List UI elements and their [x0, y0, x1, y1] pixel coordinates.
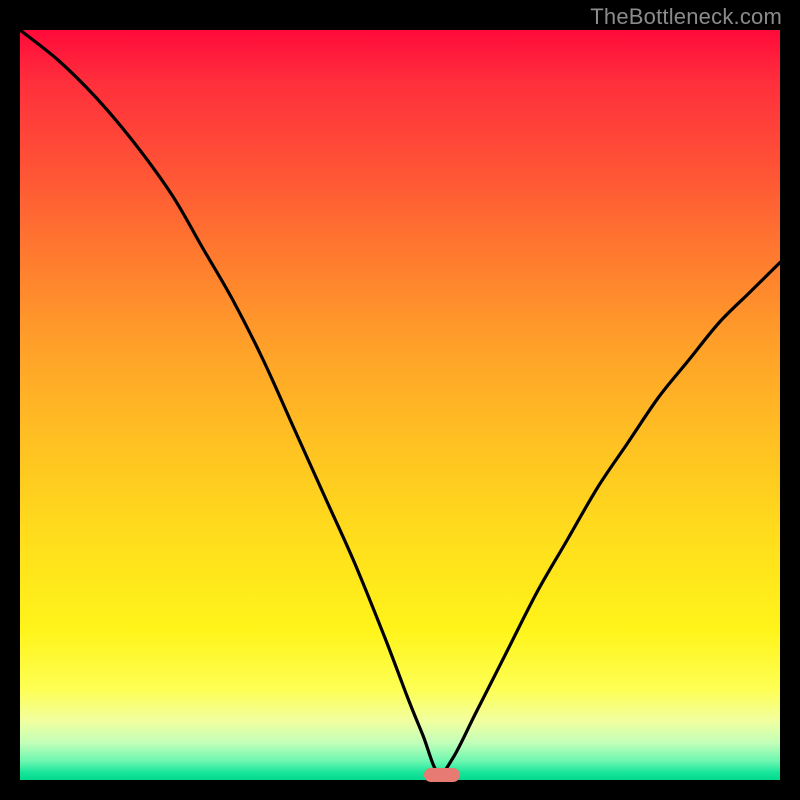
curve-path: [20, 30, 780, 773]
optimum-marker: [424, 768, 460, 782]
bottleneck-curve: [20, 30, 780, 780]
watermark-text: TheBottleneck.com: [590, 4, 782, 30]
plot-area: [20, 30, 780, 780]
chart-frame: TheBottleneck.com: [0, 0, 800, 800]
